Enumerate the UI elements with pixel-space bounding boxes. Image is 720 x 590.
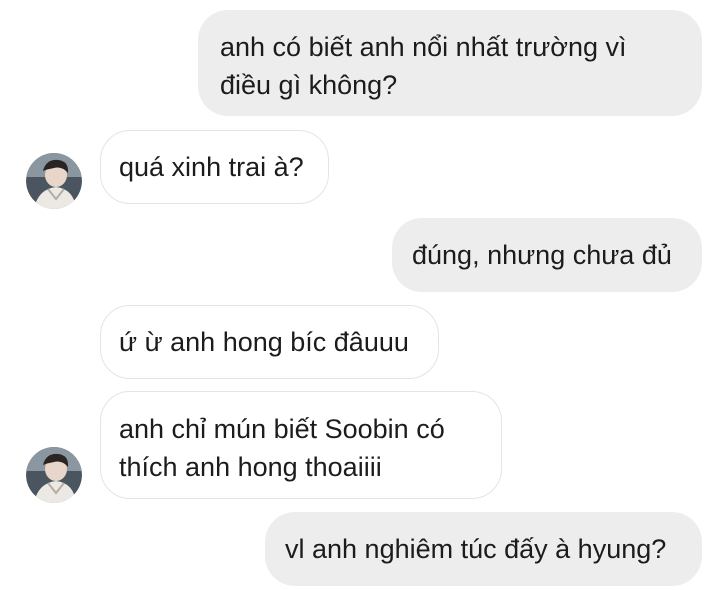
incoming-message[interactable]: quá xinh trai à? bbox=[100, 130, 329, 204]
outgoing-message[interactable]: anh có biết anh nổi nhất trường vì điều … bbox=[198, 10, 702, 116]
contact-avatar-icon[interactable] bbox=[26, 447, 82, 503]
outgoing-message[interactable]: vl anh nghiêm túc đấy à hyung? bbox=[265, 512, 702, 586]
incoming-message[interactable]: ứ ừ anh hong bíc đâuuu bbox=[100, 305, 439, 379]
outgoing-message[interactable]: đúng, nhưng chưa đủ bbox=[392, 218, 702, 292]
incoming-message[interactable]: anh chỉ mún biết Soobin có thích anh hon… bbox=[100, 391, 502, 499]
chat-thread: anh có biết anh nổi nhất trường vì điều … bbox=[0, 0, 720, 590]
contact-avatar-icon[interactable] bbox=[26, 153, 82, 209]
